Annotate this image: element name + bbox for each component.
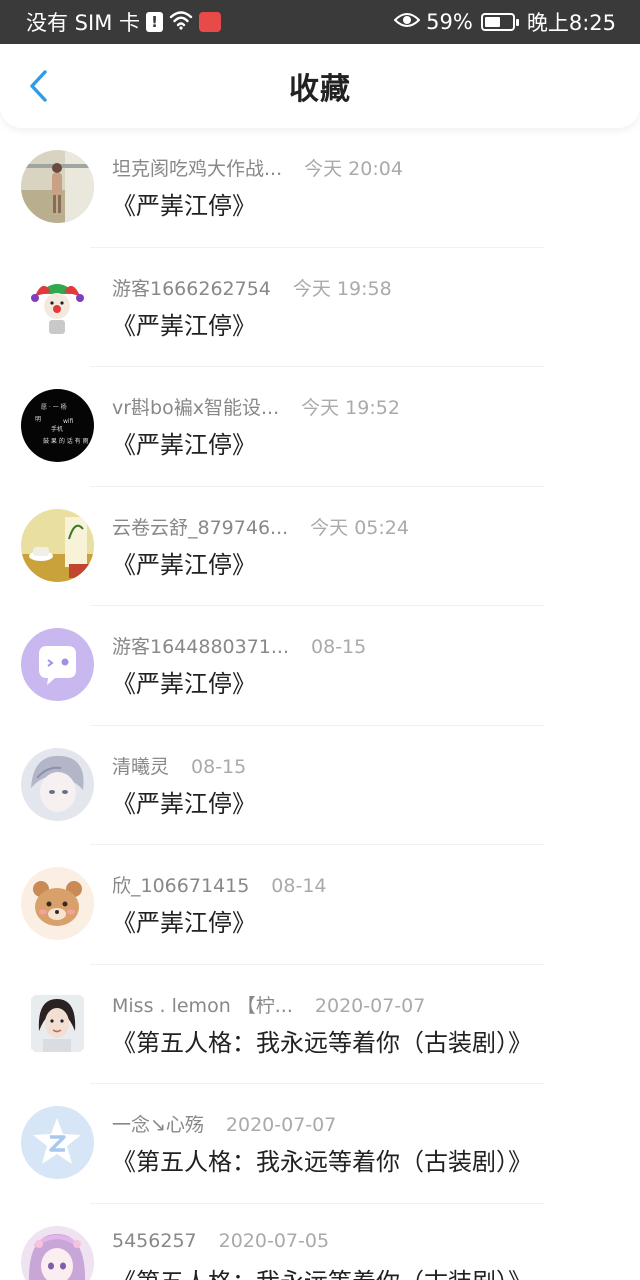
anime-girl-avatar	[21, 1225, 94, 1280]
status-bar: 没有 SIM 卡 ! 59% 晚上8:25	[0, 0, 640, 44]
item-meta: 坦克阂吃鸡大作战... 今天 20:04	[112, 154, 403, 181]
battery-percent: 59%	[426, 10, 473, 34]
timestamp: 今天 19:58	[292, 277, 392, 300]
user-name[interactable]: 游客1644880371...	[112, 632, 289, 659]
work-title[interactable]: 《严㟖江停》	[112, 425, 256, 460]
user-name[interactable]: 游客1666262754	[112, 274, 271, 301]
photo-avatar-outdoor	[21, 150, 94, 223]
item-meta: 游客1644880371... 08-15	[112, 632, 366, 659]
battery-level-fill	[484, 17, 501, 27]
clown-avatar	[21, 269, 94, 343]
user-name[interactable]: 5456257	[112, 1230, 197, 1252]
svg-text:鼓 果 的 话 有 雨: 鼓 果 的 话 有 雨	[43, 437, 89, 445]
status-left: 没有 SIM 卡 !	[26, 7, 221, 37]
svg-text:手机: 手机	[51, 425, 63, 433]
battery-icon	[480, 13, 519, 31]
work-title[interactable]: 《严㟖江停》	[112, 784, 256, 819]
favorites-list: 坦克阂吃鸡大作战... 今天 20:04 《严㟖江停》 游客1666262754 今天 …	[0, 128, 640, 1280]
bear-avatar	[21, 867, 94, 940]
favorite-item[interactable]: 云卷云舒_879746... 今天 05:24 《严㟖江停》	[0, 487, 640, 606]
work-title[interactable]: 《严㟖江停》	[112, 545, 256, 580]
item-meta: Miss . lemon 【柠... 2020-07-07	[112, 991, 425, 1018]
sim-alert-icon: !	[146, 12, 163, 32]
item-meta: 欣_106671415 08-14	[112, 871, 327, 898]
user-avatar[interactable]: 愿 · 一 杨明 wifi 手机鼓 果 的 话 有 雨	[21, 389, 94, 462]
wifi-icon	[169, 10, 193, 35]
item-meta: 5456257 2020-07-05	[112, 1230, 329, 1252]
app-notification-icon	[199, 12, 221, 32]
timestamp: 2020-07-07	[225, 1114, 337, 1136]
user-avatar[interactable]	[21, 867, 94, 940]
user-avatar[interactable]	[21, 1106, 94, 1179]
chevron-left-icon	[30, 70, 47, 102]
timestamp: 今天 19:52	[301, 397, 400, 419]
anime-boy-avatar	[21, 747, 94, 821]
user-name[interactable]: 欣_106671415	[112, 871, 249, 898]
svg-text:wifi: wifi	[63, 418, 74, 425]
svg-text:明: 明	[35, 416, 41, 423]
favorite-item[interactable]: Miss . lemon 【柠... 2020-07-07 《第五人格：我永远等着你…	[0, 965, 640, 1084]
chat-bubble-avatar	[21, 628, 94, 701]
user-name[interactable]: 一念↘心殇	[112, 1110, 204, 1137]
black-text-avatar: 愿 · 一 杨明 wifi手机鼓 果 的 话 有 雨	[21, 389, 94, 462]
work-title[interactable]: 《第五人格：我永远等着你（古装剧）》	[112, 1023, 532, 1058]
timestamp: 2020-07-07	[314, 994, 426, 1017]
timestamp: 今天 05:24	[310, 516, 409, 539]
favorite-item[interactable]: 坦克阂吃鸡大作战... 今天 20:04 《严㟖江停》	[0, 128, 640, 248]
timestamp: 08-15	[311, 636, 367, 658]
item-meta: vr斟bo褊x智能设... 今天 19:52	[112, 393, 400, 420]
eye-icon	[393, 10, 421, 34]
favorite-item[interactable]: 游客1666262754 今天 19:58 《严㟖江停》	[0, 248, 640, 367]
back-button[interactable]	[18, 66, 58, 106]
work-title[interactable]: 《严㟖江停》	[112, 306, 256, 341]
item-meta: 游客1666262754 今天 19:58	[112, 274, 392, 301]
favorite-item[interactable]: 清曦灵 08-15 《严㟖江停》	[0, 726, 640, 845]
favorite-item[interactable]: 游客1644880371... 08-15 《严㟖江停》	[0, 606, 640, 726]
user-name[interactable]: 清曦灵	[112, 752, 169, 779]
timestamp: 08-14	[271, 875, 327, 897]
girl-photo-avatar	[21, 986, 94, 1060]
carrier-text: 没有 SIM 卡	[26, 11, 140, 35]
user-avatar[interactable]	[21, 1225, 94, 1280]
item-meta: 清曦灵 08-15	[112, 752, 246, 779]
favorite-item[interactable]: 愿 · 一 杨明 wifi 手机鼓 果 的 话 有 雨 vr斟bo褊x智能设... 今天…	[0, 367, 640, 487]
work-title[interactable]: 《严㟖江停》	[112, 186, 256, 221]
user-avatar[interactable]	[21, 150, 94, 223]
user-name[interactable]: 云卷云舒_879746...	[112, 513, 288, 540]
user-name[interactable]: 坦克阂吃鸡大作战...	[112, 154, 282, 181]
work-title[interactable]: 《第五人格：我永远等着你（古装剧）》	[112, 1142, 532, 1177]
user-avatar[interactable]	[21, 628, 94, 701]
user-avatar[interactable]	[21, 508, 94, 582]
tea-scene-avatar	[21, 508, 94, 582]
user-avatar[interactable]	[21, 269, 94, 343]
favorite-item[interactable]: 5456257 2020-07-05 《第五人格：我永远等着你（古装剧）》	[0, 1204, 640, 1280]
user-name[interactable]: vr斟bo褊x智能设...	[112, 393, 279, 420]
header-bar: 收藏	[0, 44, 640, 128]
svg-text:愿 · 一 杨: 愿 · 一 杨	[41, 403, 67, 411]
timestamp: 08-15	[191, 755, 247, 778]
default-z-avatar	[21, 1106, 94, 1179]
work-title[interactable]: 《严㟖江停》	[112, 664, 256, 699]
item-meta: 云卷云舒_879746... 今天 05:24	[112, 513, 409, 540]
work-title[interactable]: 《第五人格：我永远等着你（古装剧）》	[112, 1262, 532, 1280]
timestamp: 今天 20:04	[304, 158, 403, 180]
item-meta: 一念↘心殇 2020-07-07	[112, 1110, 336, 1137]
timestamp: 2020-07-05	[218, 1229, 330, 1252]
page-title: 收藏	[289, 72, 351, 107]
clock-time: 晚上8:25	[526, 11, 616, 35]
favorite-item[interactable]: 欣_106671415 08-14 《严㟖江停》	[0, 845, 640, 965]
status-right: 59% 晚上8:25	[393, 7, 616, 37]
favorite-item[interactable]: 一念↘心殇 2020-07-07 《第五人格：我永远等着你（古装剧）》	[0, 1084, 640, 1204]
user-avatar[interactable]	[21, 747, 94, 821]
work-title[interactable]: 《严㟖江停》	[112, 903, 256, 938]
user-name[interactable]: Miss . lemon 【柠...	[112, 991, 293, 1018]
user-avatar[interactable]	[21, 986, 94, 1060]
